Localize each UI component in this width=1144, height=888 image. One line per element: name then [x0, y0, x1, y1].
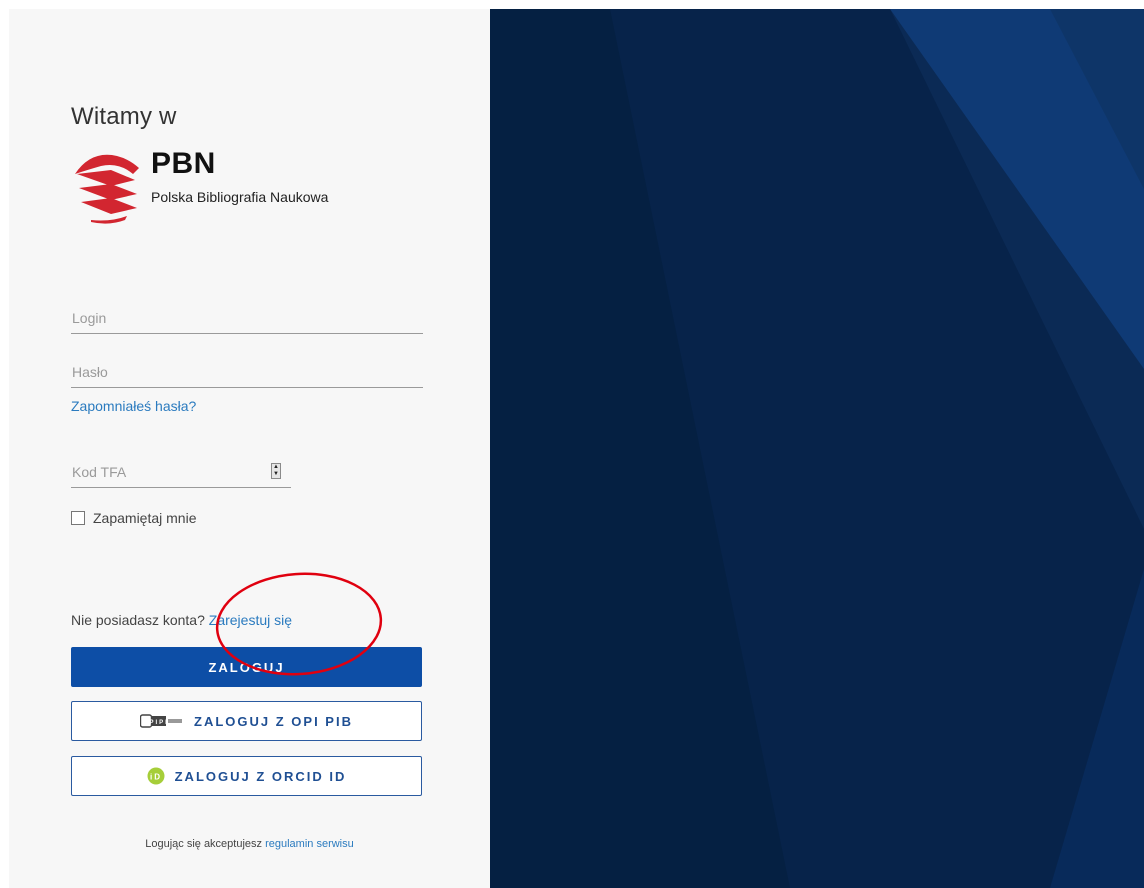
login-panel: Witamy w PBN Polska Bibliografia Naukowa…	[9, 9, 490, 888]
chevron-down-icon[interactable]: ▼	[272, 471, 280, 478]
forgot-password-link[interactable]: Zapomniałeś hasła?	[71, 398, 196, 414]
tfa-field: ▲ ▼	[71, 457, 292, 488]
login-button[interactable]: ZALOGUJ	[71, 647, 422, 687]
terms-footer: Logując się akceptujesz regulamin serwis…	[9, 838, 490, 850]
register-link[interactable]: Zarejestuj się	[209, 612, 292, 628]
register-prompt: Nie posiadasz konta?	[71, 612, 205, 628]
opi-logo-svg: OPIPIB	[140, 714, 183, 728]
remember-me-checkbox[interactable]	[71, 511, 85, 525]
login-opi-label: ZALOGUJ Z OPI PIB	[194, 713, 353, 729]
login-button-label: ZALOGUJ	[208, 659, 285, 675]
tfa-input[interactable]	[71, 457, 292, 487]
logo-title: PBN	[151, 147, 216, 180]
pbn-logo-icon	[75, 154, 139, 224]
login-opi-button[interactable]: OPIPIB ZALOGUJ Z OPI PIB	[71, 701, 422, 741]
background-shapes	[490, 9, 1144, 888]
login-input[interactable]	[71, 303, 424, 333]
decorative-background	[490, 9, 1144, 888]
opi-logo-icon: OPIPIB	[140, 714, 184, 728]
login-orcid-button[interactable]: iD ZALOGUJ Z ORCID ID	[71, 756, 422, 796]
pbn-logo: PBN Polska Bibliografia Naukowa	[71, 144, 371, 224]
logo-subtitle: Polska Bibliografia Naukowa	[151, 189, 329, 205]
terms-link[interactable]: regulamin serwisu	[265, 838, 354, 850]
remember-me: Zapamiętaj mnie	[71, 509, 197, 527]
login-orcid-label: ZALOGUJ Z ORCID ID	[174, 768, 347, 784]
welcome-heading: Witamy w	[71, 103, 177, 130]
login-field	[71, 303, 424, 334]
password-input[interactable]	[71, 357, 424, 387]
orcid-badge-text: iD	[150, 773, 162, 782]
terms-text: Logując się akceptujesz	[145, 838, 263, 850]
tfa-stepper[interactable]: ▲ ▼	[271, 463, 281, 479]
orcid-icon: iD	[147, 767, 165, 785]
orcid-icon-svg: iD	[147, 767, 165, 785]
register-prompt-line: Nie posiadasz konta? Zarejestuj się	[71, 612, 292, 628]
password-field	[71, 357, 424, 388]
chevron-up-icon[interactable]: ▲	[272, 464, 280, 471]
remember-me-label: Zapamiętaj mnie	[93, 510, 197, 526]
